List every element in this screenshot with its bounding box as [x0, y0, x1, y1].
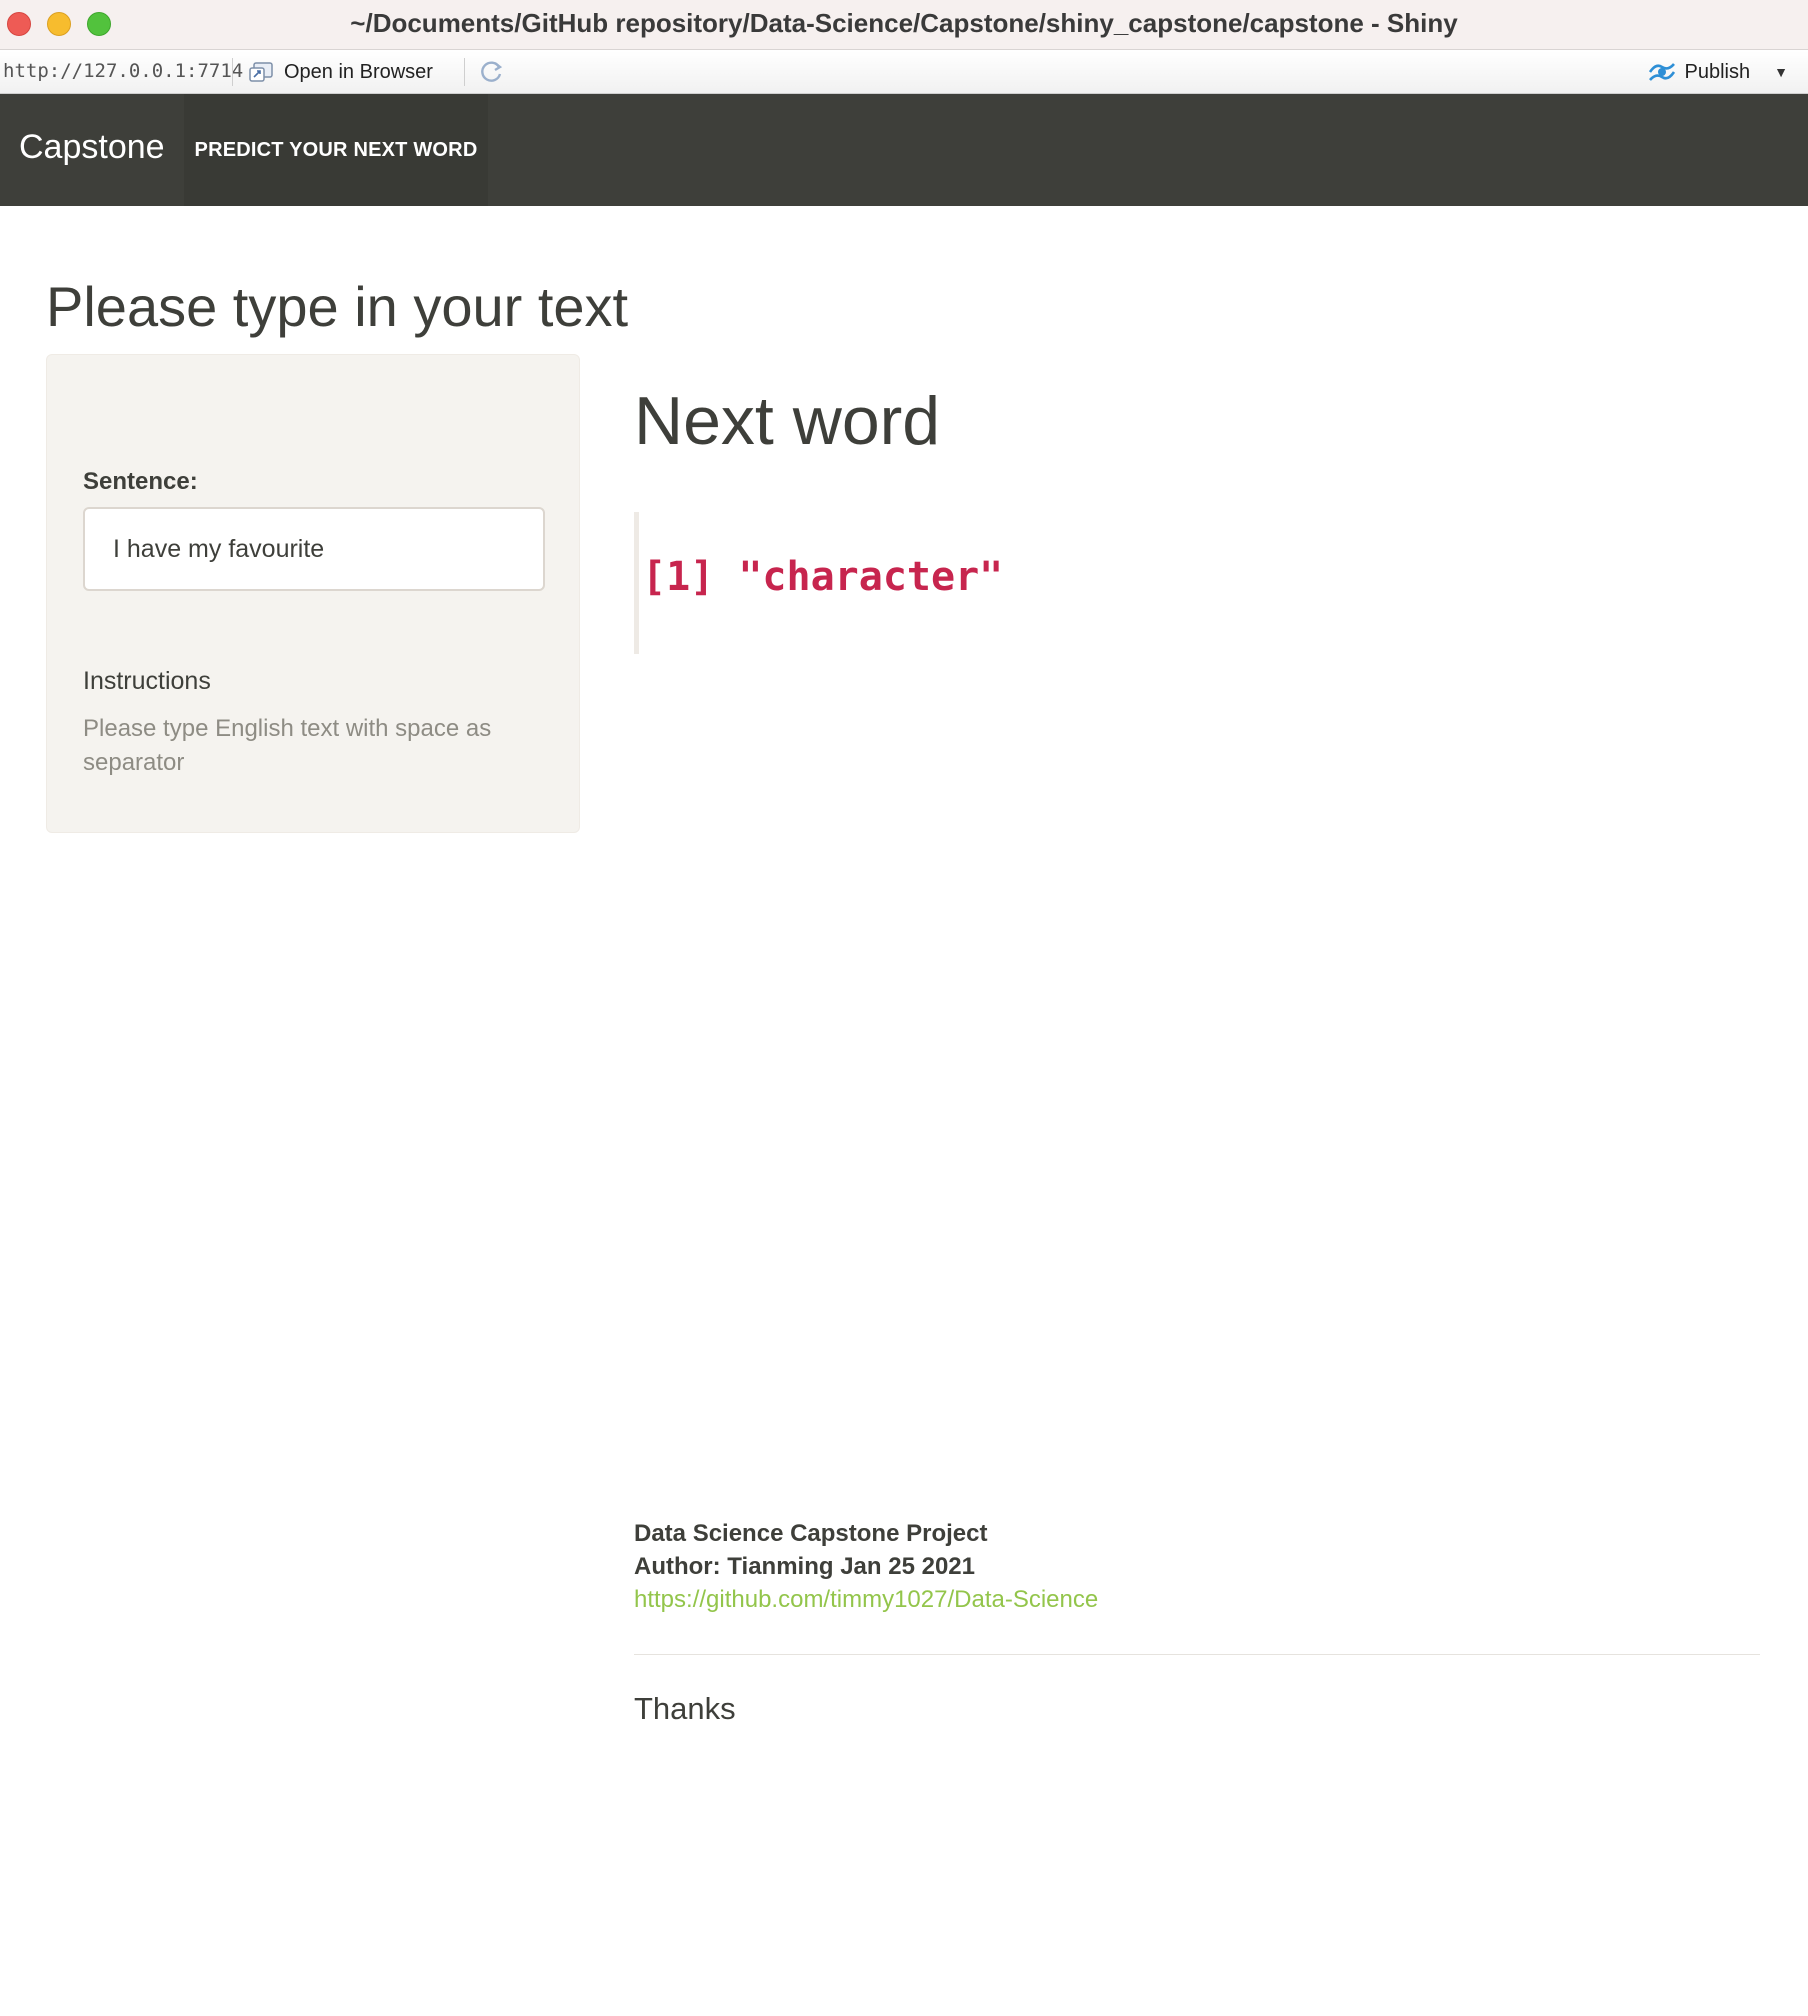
open-in-browser-button[interactable]: Open in Browser [248, 57, 433, 87]
publish-label: Publish [1684, 60, 1751, 83]
sentence-label: Sentence: [83, 468, 198, 495]
footer-author: Author: Tianming Jan 25 2021 [634, 1553, 975, 1580]
footer-project: Data Science Capstone Project [634, 1520, 988, 1547]
toolbar-separator [464, 58, 465, 86]
window-title-bar: ~/Documents/GitHub repository/Data-Scien… [0, 0, 1808, 50]
navbar-brand[interactable]: Capstone [19, 128, 165, 167]
app-navbar: Capstone PREDICT YOUR NEXT WORD [0, 94, 1808, 206]
thanks-text: Thanks [634, 1691, 736, 1726]
sentence-input[interactable] [83, 507, 545, 591]
prediction-output-block: [1] "character" [634, 512, 1234, 654]
github-link[interactable]: https://github.com/timmy1027/Data-Scienc… [634, 1586, 1098, 1614]
page-title: Please type in your text [46, 275, 629, 338]
tab-predict-your-next-word[interactable]: PREDICT YOUR NEXT WORD [184, 94, 488, 206]
refresh-icon[interactable] [478, 58, 506, 86]
open-in-browser-label: Open in Browser [284, 60, 433, 83]
next-word-heading: Next word [634, 383, 941, 459]
open-in-browser-icon [249, 62, 273, 82]
publish-button[interactable]: Publish ▼ [1647, 57, 1788, 87]
instructions-heading: Instructions [83, 667, 211, 695]
toolbar-separator [232, 58, 233, 86]
window-title: ~/Documents/GitHub repository/Data-Scien… [350, 8, 1458, 38]
sidebar-panel: Sentence: Instructions Please type Engli… [46, 354, 580, 833]
viewer-toolbar: http://127.0.0.1:7714 Open in Browser Pu… [0, 51, 1808, 94]
footer-divider [634, 1654, 1760, 1655]
instructions-text: Please type English text with space as s… [83, 715, 492, 776]
url-display: http://127.0.0.1:7714 [3, 60, 244, 82]
chevron-down-icon[interactable]: ▼ [1774, 64, 1788, 80]
prediction-output: [1] "character" [642, 554, 1004, 600]
publish-icon [1648, 63, 1675, 81]
